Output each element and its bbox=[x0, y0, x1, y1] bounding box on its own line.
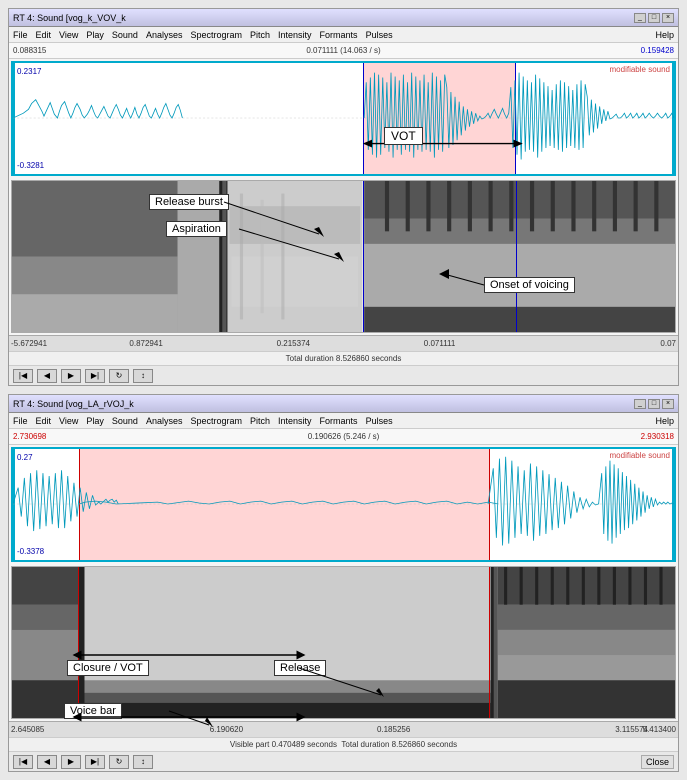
menu-pitch-1[interactable]: Pitch bbox=[250, 30, 270, 40]
spec-vline-2b bbox=[489, 567, 490, 718]
ruler-mid2-2: 6.190620 bbox=[210, 725, 243, 734]
menu-view-1[interactable]: View bbox=[59, 30, 78, 40]
menu-sound-2[interactable]: Sound bbox=[112, 416, 138, 426]
spec-vline-2a bbox=[78, 567, 79, 718]
visible-part-2: Visible part 0.470489 seconds bbox=[230, 740, 337, 749]
menu-file-2[interactable]: File bbox=[13, 416, 28, 426]
playback-bar-2: |◀ ◀ ▶ ▶| ↻ ↕ Close bbox=[9, 751, 678, 771]
pb-back-1[interactable]: ◀ bbox=[37, 369, 57, 383]
menu-formants-1[interactable]: Formants bbox=[320, 30, 358, 40]
menu-pitch-2[interactable]: Pitch bbox=[250, 416, 270, 426]
praat-window-1: RT 4: Sound [vog_k_VOV_k _ □ × File Edit… bbox=[8, 8, 679, 386]
menu-edit-1[interactable]: Edit bbox=[36, 30, 52, 40]
menu-play-1[interactable]: Play bbox=[86, 30, 104, 40]
menu-file-1[interactable]: File bbox=[13, 30, 28, 40]
menu-analyses-2[interactable]: Analyses bbox=[146, 416, 183, 426]
total-duration-2: Total duration 8.526860 seconds bbox=[341, 740, 457, 749]
menu-pulses-1[interactable]: Pulses bbox=[366, 30, 393, 40]
menu-edit-2[interactable]: Edit bbox=[36, 416, 52, 426]
ruler-left-1: -5.672941 bbox=[11, 339, 47, 348]
playback-bar-1: |◀ ◀ ▶ ▶| ↻ ↕ bbox=[9, 365, 678, 385]
time-center-2: 0.190626 (5.246 / s) bbox=[308, 432, 380, 441]
pb-extra-1[interactable]: ↕ bbox=[133, 369, 153, 383]
time-bar-1: 0.088315 0.071111 (14.063 / s) 0.159428 bbox=[9, 43, 678, 59]
menu-pulses-2[interactable]: Pulses bbox=[366, 416, 393, 426]
waveform-svg-1 bbox=[13, 63, 674, 174]
menu-bar-1: File Edit View Play Sound Analyses Spect… bbox=[9, 27, 678, 43]
spectrogram-svg-1 bbox=[12, 181, 675, 332]
pb-play-1[interactable]: ▶ bbox=[61, 369, 81, 383]
praat-window-2: RT 4: Sound [vog_LA_rVOJ_k _ □ × File Ed… bbox=[8, 394, 679, 772]
minimize-btn-1[interactable]: _ bbox=[634, 13, 646, 23]
close-btn-2[interactable]: × bbox=[662, 399, 674, 409]
spectrogram-area-1: derived spectrogram 5000 Hz 0 Hz bbox=[11, 180, 676, 333]
menu-sound-1[interactable]: Sound bbox=[112, 30, 138, 40]
close-btn-1[interactable]: × bbox=[662, 13, 674, 23]
pb-fwd-2[interactable]: ▶| bbox=[85, 755, 105, 769]
pb-prev-2[interactable]: |◀ bbox=[13, 755, 33, 769]
menu-help-2[interactable]: Help bbox=[655, 416, 674, 426]
ruler-right-1: 0.07 bbox=[660, 339, 676, 348]
time-center-1: 0.071111 (14.063 / s) bbox=[306, 46, 380, 55]
ruler-far-right-2: 5.413400 bbox=[643, 725, 676, 734]
menu-spectrogram-2[interactable]: Spectrogram bbox=[190, 416, 242, 426]
pb-loop-1[interactable]: ↻ bbox=[109, 369, 129, 383]
menu-intensity-1[interactable]: Intensity bbox=[278, 30, 312, 40]
win-controls-1: _ □ × bbox=[634, 13, 674, 23]
close-label-2: Close bbox=[641, 756, 674, 768]
spec-vline-1b bbox=[516, 181, 517, 332]
spec-vline-1a bbox=[363, 181, 364, 332]
menu-spectrogram-1[interactable]: Spectrogram bbox=[190, 30, 242, 40]
pb-prev-1[interactable]: |◀ bbox=[13, 369, 33, 383]
menu-bar-2: File Edit View Play Sound Analyses Spect… bbox=[9, 413, 678, 429]
menu-intensity-2[interactable]: Intensity bbox=[278, 416, 312, 426]
waveform-area-2: modifiable sound 0.27 -0.3378 bbox=[11, 447, 676, 562]
minimize-btn-2[interactable]: _ bbox=[634, 399, 646, 409]
menu-formants-2[interactable]: Formants bbox=[320, 416, 358, 426]
menu-help-1[interactable]: Help bbox=[655, 30, 674, 40]
spectrogram-area-2: derived spectrogram 5000 Hz 0 Hz bbox=[11, 566, 676, 719]
spectrogram-svg-2 bbox=[12, 567, 675, 718]
title-bar-2: RT 4: Sound [vog_LA_rVOJ_k _ □ × bbox=[9, 395, 678, 413]
time-left-1: 0.088315 bbox=[13, 46, 46, 55]
ruler-mid2-1: 0.215374 bbox=[277, 339, 310, 348]
time-right-2: 2.930318 bbox=[641, 432, 674, 441]
ruler-mid1-1: 0.872941 bbox=[129, 339, 162, 348]
menu-analyses-1[interactable]: Analyses bbox=[146, 30, 183, 40]
pb-play-2[interactable]: ▶ bbox=[61, 755, 81, 769]
maximize-btn-2[interactable]: □ bbox=[648, 399, 660, 409]
ruler-mid3-1: 0.071111 bbox=[424, 339, 456, 348]
pb-back-2[interactable]: ◀ bbox=[37, 755, 57, 769]
waveform-area-1: modifiable sound 0.2317 -0.3281 bbox=[11, 61, 676, 176]
pb-extra-2[interactable]: ↕ bbox=[133, 755, 153, 769]
total-duration-1: Total duration 8.526860 seconds bbox=[286, 354, 402, 363]
waveform-svg-2 bbox=[13, 449, 674, 560]
close-button-2[interactable]: Close bbox=[641, 755, 674, 769]
time-ruler-2: 2.645085 6.190620 0.185256 3.115574 5.41… bbox=[9, 721, 678, 737]
status-bar-1: Total duration 8.526860 seconds bbox=[9, 351, 678, 365]
pb-fwd-1[interactable]: ▶| bbox=[85, 369, 105, 383]
time-ruler-1: -5.672941 0.872941 0.215374 0.071111 0.0… bbox=[9, 335, 678, 351]
pb-loop-2[interactable]: ↻ bbox=[109, 755, 129, 769]
title-text-2: RT 4: Sound [vog_LA_rVOJ_k bbox=[13, 399, 134, 409]
title-bar-1: RT 4: Sound [vog_k_VOV_k _ □ × bbox=[9, 9, 678, 27]
maximize-btn-1[interactable]: □ bbox=[648, 13, 660, 23]
ruler-mid3-2: 0.185256 bbox=[377, 725, 410, 734]
time-right-1: 0.159428 bbox=[641, 46, 674, 55]
time-left-2: 2.730698 bbox=[13, 432, 46, 441]
title-text-1: RT 4: Sound [vog_k_VOV_k bbox=[13, 13, 126, 23]
time-bar-2: 2.730698 0.190626 (5.246 / s) 2.930318 bbox=[9, 429, 678, 445]
win-controls-2: _ □ × bbox=[634, 399, 674, 409]
menu-play-2[interactable]: Play bbox=[86, 416, 104, 426]
main-container: RT 4: Sound [vog_k_VOV_k _ □ × File Edit… bbox=[0, 0, 687, 780]
status-bar-2: Visible part 0.470489 seconds Total dura… bbox=[9, 737, 678, 751]
ruler-left-2: 2.645085 bbox=[11, 725, 44, 734]
menu-view-2[interactable]: View bbox=[59, 416, 78, 426]
